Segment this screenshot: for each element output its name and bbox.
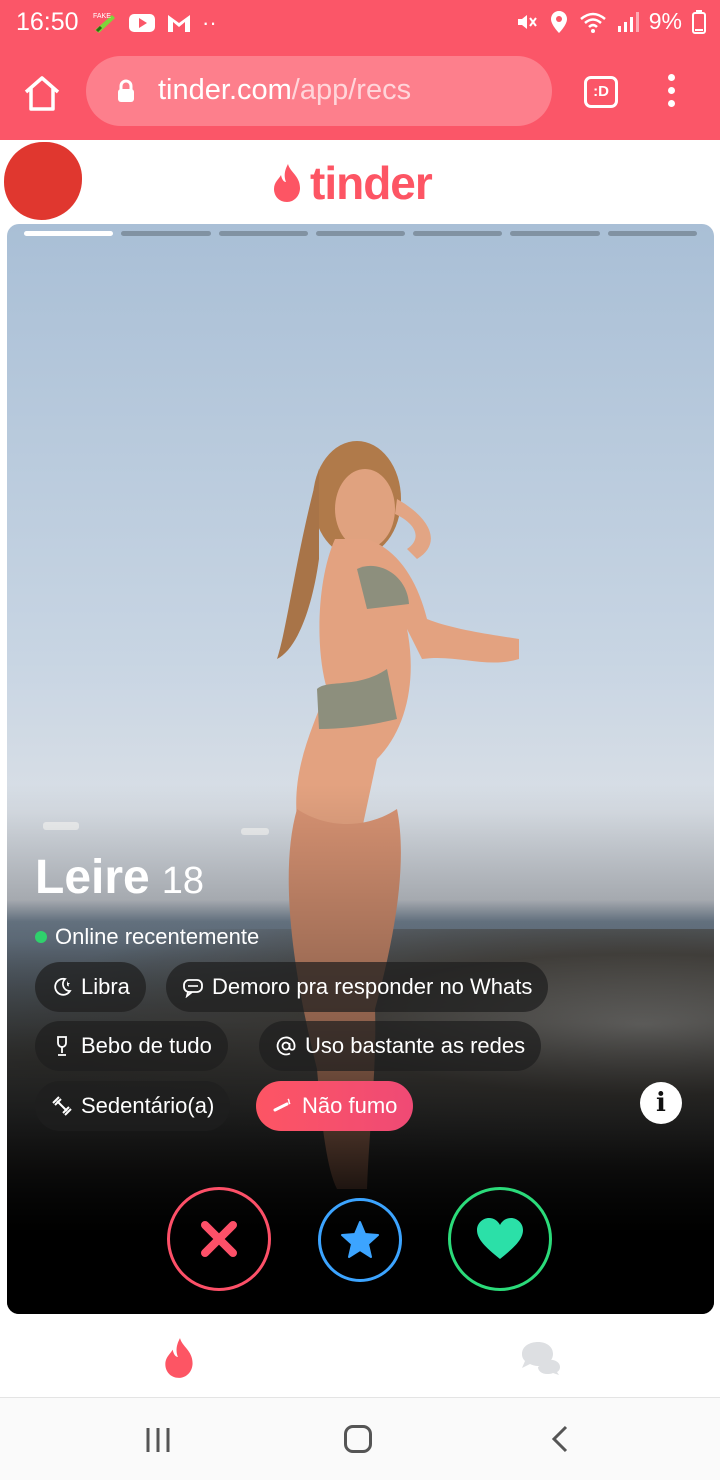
flame-icon[interactable] [160,1336,200,1380]
app-header: tinder [0,140,720,224]
profile-age: 18 [161,860,205,902]
menu-icon[interactable] [660,74,682,110]
info-button[interactable]: i [640,1082,682,1124]
at-sign-icon [276,1036,296,1056]
status-right: 9% [515,8,706,35]
address-bar[interactable]: tinder.com/app/recs [86,56,552,126]
chip-drinking: Bebo de tudo [35,1021,228,1071]
chip-label: Bebo de tudo [81,1033,212,1058]
photo-indicator[interactable] [315,231,406,236]
app-bottom-nav [0,1314,720,1398]
flame-logo-icon [274,164,300,202]
chip-label: Libra [81,974,130,999]
nope-button[interactable] [167,1187,271,1291]
chip-social-media: Uso bastante as redes [259,1021,542,1071]
logo-text: tinder [310,157,433,209]
online-status: Online recentemente [35,924,259,950]
home-button-icon[interactable] [344,1425,372,1453]
notification-icons: FAKE ·· [92,10,217,36]
photo-indicator[interactable] [413,231,503,236]
chip-label: Demoro pra responder no Whats [212,974,533,999]
svg-text:FAKE: FAKE [93,13,111,20]
chat-icon[interactable] [518,1340,564,1376]
avatar[interactable] [4,142,82,220]
status-bar: 16:50 FAKE ·· 9% [0,0,720,44]
moon-icon [54,977,72,996]
home-icon[interactable] [20,72,64,116]
dumbbell-icon [52,1096,72,1116]
recents-icon[interactable] [144,1426,172,1454]
system-nav-bar [0,1398,720,1480]
youtube-icon [129,14,155,32]
tab-switcher-button[interactable]: :D [584,76,618,108]
chip-label: Sedentário(a) [81,1093,215,1118]
super-like-button[interactable] [318,1198,402,1282]
online-status-text: Online recentemente [55,924,260,949]
heart-icon [477,1218,523,1259]
back-icon[interactable] [548,1425,572,1453]
photo-indicator[interactable] [218,231,308,236]
fake-gps-icon: FAKE [93,13,115,33]
tinder-logo[interactable]: tinder [270,156,433,210]
signal-icon [617,11,639,32]
url-path: /app/recs [291,74,412,106]
like-button[interactable] [448,1187,552,1291]
url-host: tinder.com [158,74,292,106]
mute-icon [517,14,537,29]
more-dots-icon: ·· [202,10,217,35]
smoking-icon [273,1098,291,1112]
chip-communication: Demoro pra responder no Whats [166,962,549,1012]
lock-icon [118,79,134,102]
chip-smoking: Não fumo [256,1081,414,1131]
photo-indicator[interactable] [121,231,211,236]
browser-chrome: 16:50 FAKE ·· 9% tinder.com/app/recs :D [0,0,720,140]
close-icon [201,1221,237,1257]
chip-label: Não fumo [302,1093,398,1118]
star-icon [341,1221,379,1258]
profile-name: Leire [35,851,150,904]
wine-glass-icon [57,1036,67,1056]
photo-indicator[interactable] [607,231,697,236]
omnibar: tinder.com/app/recs :D [0,44,720,140]
chat-bubble-icon [183,979,203,998]
gmail-icon [168,15,190,32]
chip-zodiac: Libra [35,962,146,1012]
chip-workout: Sedentário(a) [35,1081,231,1131]
profile-card[interactable]: Leire 18 Online recentemente Libra Demoro… [7,224,714,1314]
location-icon [550,10,567,33]
battery-icon [692,9,706,34]
status-time: 16:50 [16,8,79,36]
photo-indicator-active[interactable] [24,231,114,236]
profile-name-row: Leire 18 [35,850,204,905]
battery-percent: 9% [648,8,682,34]
photo-indicator[interactable] [510,231,600,236]
wifi-icon [579,12,606,33]
photo-progress [24,231,697,236]
chip-label: Uso bastante as redes [305,1033,526,1058]
url-text: tinder.com/app/recs [158,74,411,107]
online-dot [35,931,47,943]
